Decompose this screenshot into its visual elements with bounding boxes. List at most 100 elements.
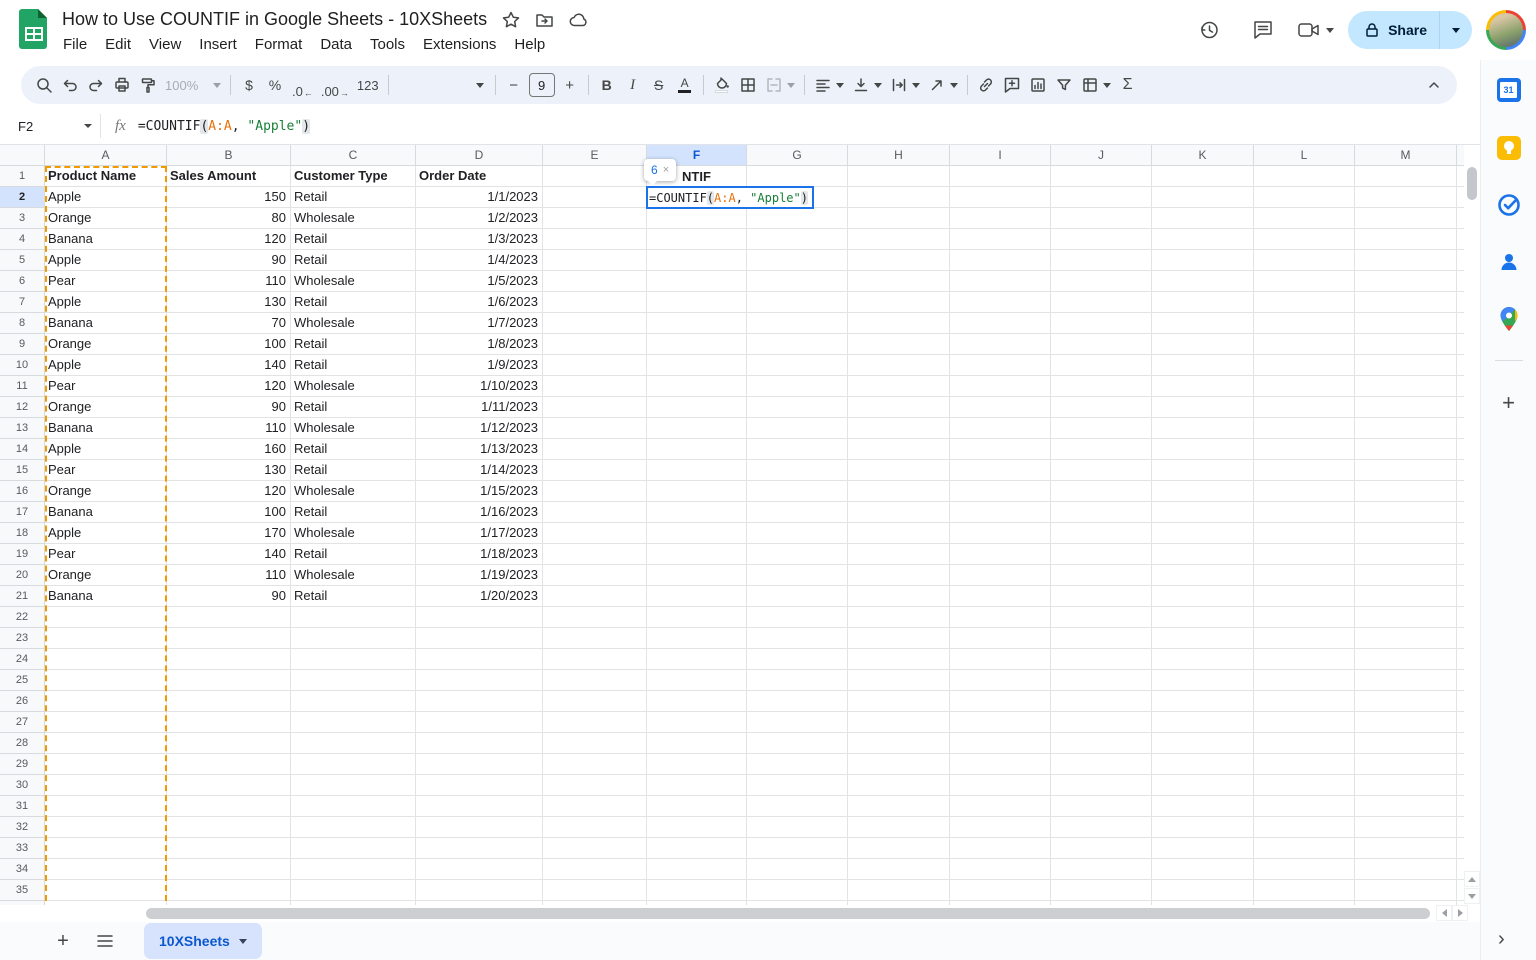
cell-J14[interactable] — [1051, 439, 1152, 460]
menu-tools[interactable]: Tools — [361, 34, 414, 55]
cell-L22[interactable] — [1254, 607, 1355, 628]
cell-D25[interactable] — [416, 670, 543, 691]
scroll-up-button[interactable] — [1464, 871, 1480, 887]
cell-F6[interactable] — [647, 271, 747, 292]
cell-M16[interactable] — [1355, 481, 1457, 502]
cell-J24[interactable] — [1051, 649, 1152, 670]
cell-I10[interactable] — [950, 355, 1051, 376]
cell-L25[interactable] — [1254, 670, 1355, 691]
cell-I26[interactable] — [950, 691, 1051, 712]
cell-C19[interactable]: Retail — [291, 544, 416, 565]
cell-F15[interactable] — [647, 460, 747, 481]
cell-J26[interactable] — [1051, 691, 1152, 712]
cell-F14[interactable] — [647, 439, 747, 460]
search-menus-button[interactable] — [31, 71, 57, 99]
cell-B36[interactable] — [167, 901, 291, 905]
vertical-scrollbar-thumb[interactable] — [1467, 167, 1477, 200]
cell-G9[interactable] — [747, 334, 848, 355]
cell-K29[interactable] — [1152, 754, 1254, 775]
cell-A5[interactable]: Apple — [45, 250, 167, 271]
cell-M25[interactable] — [1355, 670, 1457, 691]
cell-M4[interactable] — [1355, 229, 1457, 250]
functions-button[interactable]: Σ — [1115, 71, 1141, 99]
cell-G13[interactable] — [747, 418, 848, 439]
cell-G20[interactable] — [747, 565, 848, 586]
cell-I2[interactable] — [950, 187, 1051, 208]
cell-D30[interactable] — [416, 775, 543, 796]
row-header-35[interactable]: 35 — [0, 880, 45, 901]
google-maps-icon[interactable] — [1498, 306, 1520, 332]
cell-L35[interactable] — [1254, 880, 1355, 901]
cell-I24[interactable] — [950, 649, 1051, 670]
cell-K20[interactable] — [1152, 565, 1254, 586]
cell-C25[interactable] — [291, 670, 416, 691]
cell-H25[interactable] — [848, 670, 950, 691]
cell-A24[interactable] — [45, 649, 167, 670]
format-percent-button[interactable]: % — [262, 71, 288, 99]
cell-L21[interactable] — [1254, 586, 1355, 607]
increase-font-size-button[interactable]: + — [557, 71, 583, 99]
cell-A2[interactable]: Apple — [45, 187, 167, 208]
cell-D4[interactable]: 1/3/2023 — [416, 229, 543, 250]
cell-J29[interactable] — [1051, 754, 1152, 775]
insert-chart-button[interactable] — [1025, 71, 1051, 99]
cell-E2[interactable] — [543, 187, 647, 208]
cell-E22[interactable] — [543, 607, 647, 628]
cell-G30[interactable] — [747, 775, 848, 796]
cell-M1[interactable] — [1355, 166, 1457, 187]
cell-K4[interactable] — [1152, 229, 1254, 250]
cell-M32[interactable] — [1355, 817, 1457, 838]
cell-A23[interactable] — [45, 628, 167, 649]
hide-menus-button[interactable] — [1421, 71, 1447, 99]
cell-L16[interactable] — [1254, 481, 1355, 502]
cell-D36[interactable] — [416, 901, 543, 905]
cell-G4[interactable] — [747, 229, 848, 250]
cell-I13[interactable] — [950, 418, 1051, 439]
cell-G33[interactable] — [747, 838, 848, 859]
row-header-20[interactable]: 20 — [0, 565, 45, 586]
cell-B3[interactable]: 80 — [167, 208, 291, 229]
row-header-4[interactable]: 4 — [0, 229, 45, 250]
bold-button[interactable]: B — [594, 71, 620, 99]
cell-B34[interactable] — [167, 859, 291, 880]
cell-E25[interactable] — [543, 670, 647, 691]
cell-F18[interactable] — [647, 523, 747, 544]
cell-J28[interactable] — [1051, 733, 1152, 754]
cell-G8[interactable] — [747, 313, 848, 334]
text-rotation-button[interactable] — [924, 71, 962, 99]
cell-H36[interactable] — [848, 901, 950, 905]
row-header-18[interactable]: 18 — [0, 523, 45, 544]
cell-I29[interactable] — [950, 754, 1051, 775]
cell-K27[interactable] — [1152, 712, 1254, 733]
cell-H27[interactable] — [848, 712, 950, 733]
cell-E19[interactable] — [543, 544, 647, 565]
cell-F4[interactable] — [647, 229, 747, 250]
name-box[interactable]: F2 — [0, 119, 100, 134]
cell-G24[interactable] — [747, 649, 848, 670]
cell-F22[interactable] — [647, 607, 747, 628]
cell-C18[interactable]: Wholesale — [291, 523, 416, 544]
cell-C1[interactable]: Customer Type — [291, 166, 416, 187]
cell-E32[interactable] — [543, 817, 647, 838]
font-size-input[interactable]: 9 — [528, 73, 555, 97]
insert-comment-button[interactable] — [999, 71, 1025, 99]
cell-J20[interactable] — [1051, 565, 1152, 586]
decrease-decimal-button[interactable]: .0 ← — [288, 71, 317, 99]
cell-K23[interactable] — [1152, 628, 1254, 649]
row-header-13[interactable]: 13 — [0, 418, 45, 439]
cell-I14[interactable] — [950, 439, 1051, 460]
cell-C28[interactable] — [291, 733, 416, 754]
cell-M30[interactable] — [1355, 775, 1457, 796]
cell-H14[interactable] — [848, 439, 950, 460]
vertical-align-button[interactable] — [848, 71, 886, 99]
cell-L20[interactable] — [1254, 565, 1355, 586]
cell-F27[interactable] — [647, 712, 747, 733]
cell-I9[interactable] — [950, 334, 1051, 355]
cell-C24[interactable] — [291, 649, 416, 670]
cell-I12[interactable] — [950, 397, 1051, 418]
cell-L32[interactable] — [1254, 817, 1355, 838]
scroll-down-button[interactable] — [1464, 888, 1480, 904]
row-header-19[interactable]: 19 — [0, 544, 45, 565]
cell-J32[interactable] — [1051, 817, 1152, 838]
cell-L24[interactable] — [1254, 649, 1355, 670]
